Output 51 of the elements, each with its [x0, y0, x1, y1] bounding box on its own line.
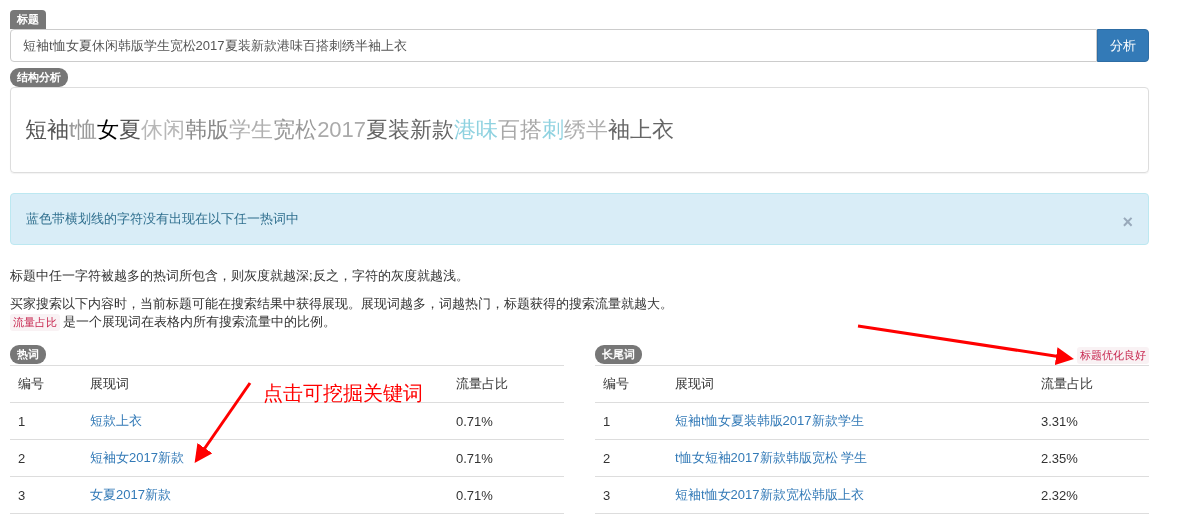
column-header: 展现词	[667, 365, 1033, 403]
table-cell: 2	[595, 439, 667, 477]
title-text-part: t恤	[69, 116, 98, 144]
note-text: 买家搜索以下内容时，当前标题可能在搜索结果中获得展现。展现词越多，词越热门，标题获得的搜索流量就越大。	[10, 296, 673, 311]
table-cell: 3.31%	[1033, 402, 1149, 440]
title-text-part: 学生	[229, 116, 274, 144]
table-cell: 0.71%	[448, 476, 564, 514]
note-text: 标题中任一字符被越多的热词所包含，则灰度就越深;反之，字符的灰度就越浅。	[10, 268, 469, 283]
keyword-link[interactable]: 短袖女2017新款	[90, 450, 184, 465]
title-text-part: 夏	[119, 116, 142, 144]
column-header: 编号	[595, 365, 667, 403]
title-text-part: 韩版	[185, 116, 230, 144]
table-cell: 3	[10, 476, 82, 514]
table-cell: 3	[595, 476, 667, 514]
table-cell: 0.71%	[448, 439, 564, 477]
section-label: 标题	[10, 10, 46, 29]
column-header: 流量占比	[448, 365, 564, 403]
title-text-part: 刺	[542, 116, 565, 144]
title-text-part: 女	[97, 116, 120, 144]
keyword-link[interactable]: 短款上衣	[90, 413, 142, 428]
analyze-button[interactable]: 分析	[1097, 29, 1149, 62]
keyword-link[interactable]: 短袖t恤女夏装韩版2017新款学生	[675, 413, 864, 428]
title-input[interactable]: 短袖t恤女夏休闲韩版学生宽松2017夏装新款港味百搭刺绣半袖上衣	[10, 29, 1097, 62]
title-text-part: 绣半	[564, 116, 609, 144]
section-label: 结构分析	[10, 68, 68, 87]
title-text-part: 宽松	[273, 116, 318, 144]
note-text: 是一个展现词在表格内所有搜索流量中的比例。	[63, 313, 336, 331]
annotation-text: 点击可挖掘关键词	[263, 381, 423, 406]
table-cell: 2	[10, 439, 82, 477]
keyword-link[interactable]: 女夏2017新款	[90, 487, 171, 502]
title-text-part: 百搭	[498, 116, 543, 144]
title-text-part: 港味	[454, 116, 499, 144]
column-header: 流量占比	[1033, 365, 1149, 403]
table-cell: 2.32%	[1033, 476, 1149, 514]
keyword-link[interactable]: 短袖t恤女2017新款宽松韩版上衣	[675, 487, 864, 502]
title-text-part: 短袖	[25, 116, 69, 144]
keyword-link[interactable]: t恤女短袖2017新款韩版宽松 学生	[675, 450, 868, 465]
table-cell: 0.71%	[448, 402, 564, 440]
ratio-tag: 流量占比	[10, 313, 60, 331]
status-tag: 标题优化良好	[1077, 347, 1149, 364]
title-text-part: 2017	[317, 117, 367, 143]
section-label: 长尾词	[595, 345, 642, 364]
table-cell: 1	[10, 402, 82, 440]
table-cell: 1	[595, 402, 667, 440]
table-cell: 2.35%	[1033, 439, 1149, 477]
column-header: 编号	[10, 365, 82, 403]
alert-text: 蓝色带横划线的字符没有出现在以下任一热词中	[26, 210, 299, 228]
title-text-part: 休闲	[141, 116, 186, 144]
title-text-part: 夏装新款	[366, 116, 455, 144]
title-text-part: 袖上衣	[608, 116, 675, 144]
section-label: 热词	[10, 345, 46, 364]
